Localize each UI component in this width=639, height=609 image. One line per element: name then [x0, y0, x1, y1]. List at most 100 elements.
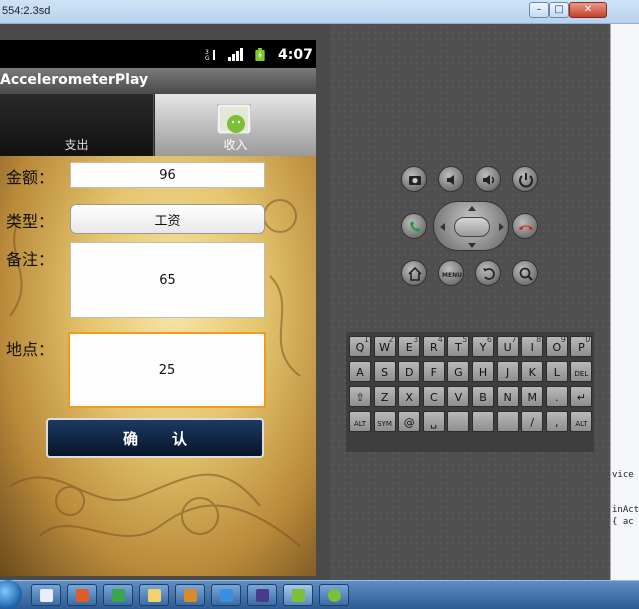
key-blank[interactable] — [496, 411, 519, 432]
key-h[interactable]: H — [472, 361, 494, 382]
end-call-button[interactable] — [512, 213, 538, 239]
key-c[interactable]: C — [422, 386, 445, 407]
taskbar-app-android-emulator[interactable] — [283, 584, 313, 606]
key-sublabel: 7 — [511, 335, 517, 344]
key-/[interactable]: / — [521, 411, 544, 432]
key-f[interactable]: F — [422, 361, 445, 382]
key-e[interactable]: E3 — [398, 335, 421, 357]
android-icon — [217, 104, 251, 134]
key-blank[interactable] — [472, 411, 494, 432]
key-b[interactable]: B — [472, 386, 494, 407]
key-sublabel: 0 — [585, 335, 591, 344]
taskbar-app-ie[interactable] — [211, 584, 241, 606]
key-↵[interactable]: ↵ — [570, 386, 593, 407]
type-spinner[interactable]: 工资 — [70, 204, 265, 234]
volume-down-button[interactable] — [438, 166, 464, 192]
taskbar-app-eclipse[interactable] — [247, 584, 277, 606]
power-button[interactable] — [512, 166, 538, 192]
key-l[interactable]: L — [545, 361, 568, 382]
key-label: D — [404, 366, 414, 379]
key-w[interactable]: W2 — [373, 335, 396, 357]
key-t[interactable]: T5 — [447, 335, 470, 357]
tab-income[interactable]: 收入 — [155, 94, 316, 156]
key-p[interactable]: P0 — [570, 335, 593, 357]
background-window — [610, 24, 639, 584]
key-v[interactable]: V — [447, 386, 470, 407]
taskbar-app-monitor[interactable] — [103, 584, 133, 606]
taskbar-app-folder[interactable] — [139, 584, 169, 606]
volume-up-icon — [483, 175, 495, 185]
desktop: 554:2.3sd – □ ✕ vice inAct { ac 3 G 4:07… — [0, 0, 639, 609]
key-m[interactable]: M — [521, 386, 544, 407]
key-k[interactable]: K — [521, 361, 544, 382]
key-sublabel: 4 — [437, 335, 443, 344]
dpad[interactable] — [433, 201, 509, 251]
note-input[interactable]: 65 — [70, 242, 265, 318]
minimize-button[interactable]: – — [529, 2, 549, 18]
key-label: ␣ — [430, 416, 438, 429]
close-button[interactable]: ✕ — [569, 2, 607, 18]
tab-bar: 支出 收入 — [0, 94, 316, 156]
taskbar-app-android[interactable] — [319, 584, 349, 606]
key-j[interactable]: J — [496, 361, 519, 382]
key-label: I — [530, 341, 534, 354]
location-input[interactable]: 25 — [68, 332, 266, 408]
end-call-icon — [519, 225, 533, 230]
key-@[interactable]: @ — [398, 411, 421, 432]
key-label: J — [505, 366, 510, 379]
key-a[interactable]: A — [349, 361, 371, 382]
key-⇧[interactable]: ⇧ — [349, 386, 371, 407]
app-title: AccelerometerPlay — [0, 72, 149, 88]
emulator-controls-panel — [330, 24, 610, 580]
menu-button[interactable]: MENU — [438, 260, 464, 286]
search-icon — [519, 267, 533, 281]
tab-label: 支出 — [64, 138, 89, 152]
call-button[interactable] — [401, 213, 427, 239]
key-sublabel: 3 — [413, 335, 419, 344]
amount-input[interactable]: 96 — [70, 162, 265, 188]
camera-icon — [409, 176, 421, 185]
key-alt[interactable]: ALT — [349, 411, 371, 432]
home-button[interactable] — [401, 260, 427, 286]
tab-expense[interactable]: 支出 — [0, 94, 154, 156]
key-r[interactable]: R4 — [422, 335, 445, 357]
taskbar-app-media[interactable] — [67, 584, 97, 606]
confirm-button[interactable]: 确认 — [46, 418, 264, 458]
key-alt[interactable]: ALT — [570, 411, 593, 432]
key-z[interactable]: Z — [373, 386, 396, 407]
key-blank[interactable] — [447, 411, 470, 432]
dpad-center-button[interactable] — [454, 217, 490, 237]
key-label: M — [527, 391, 537, 404]
key-s[interactable]: S — [373, 361, 396, 382]
key-u[interactable]: U7 — [496, 335, 519, 357]
key-label: B — [479, 391, 487, 404]
key-label: , — [555, 416, 559, 429]
key-n[interactable]: N — [496, 386, 519, 407]
maximize-button[interactable]: □ — [549, 2, 569, 18]
key-d[interactable]: D — [398, 361, 421, 382]
volume-up-button[interactable] — [475, 166, 501, 192]
camera-button[interactable] — [401, 166, 427, 192]
svg-text:MENU: MENU — [442, 272, 462, 279]
key-i[interactable]: I8 — [521, 335, 544, 357]
key-o[interactable]: O9 — [545, 335, 568, 357]
background-code-line: inAct — [612, 505, 639, 515]
key-y[interactable]: Y6 — [472, 335, 494, 357]
location-label: 地点： — [6, 340, 55, 359]
window-title: 554:2.3sd — [2, 5, 51, 17]
taskbar-app-tool[interactable] — [175, 584, 205, 606]
key-␣[interactable]: ␣ — [422, 411, 445, 432]
key-q[interactable]: Q1 — [349, 335, 371, 357]
back-button[interactable] — [475, 260, 501, 286]
device-screen: 3 G 4:07 AccelerometerPlay 支出 收入 金额： 96 … — [0, 40, 316, 576]
background-code-line: { ac — [612, 517, 634, 527]
key-,[interactable]: , — [545, 411, 568, 432]
key-g[interactable]: G — [447, 361, 470, 382]
taskbar-app-explorer[interactable] — [31, 584, 61, 606]
key-.[interactable]: . — [545, 386, 568, 407]
key-del[interactable]: DEL — [570, 361, 593, 382]
key-label: SYM — [377, 420, 392, 428]
key-sym[interactable]: SYM — [373, 411, 396, 432]
search-button[interactable] — [512, 260, 538, 286]
key-x[interactable]: X — [398, 386, 421, 407]
